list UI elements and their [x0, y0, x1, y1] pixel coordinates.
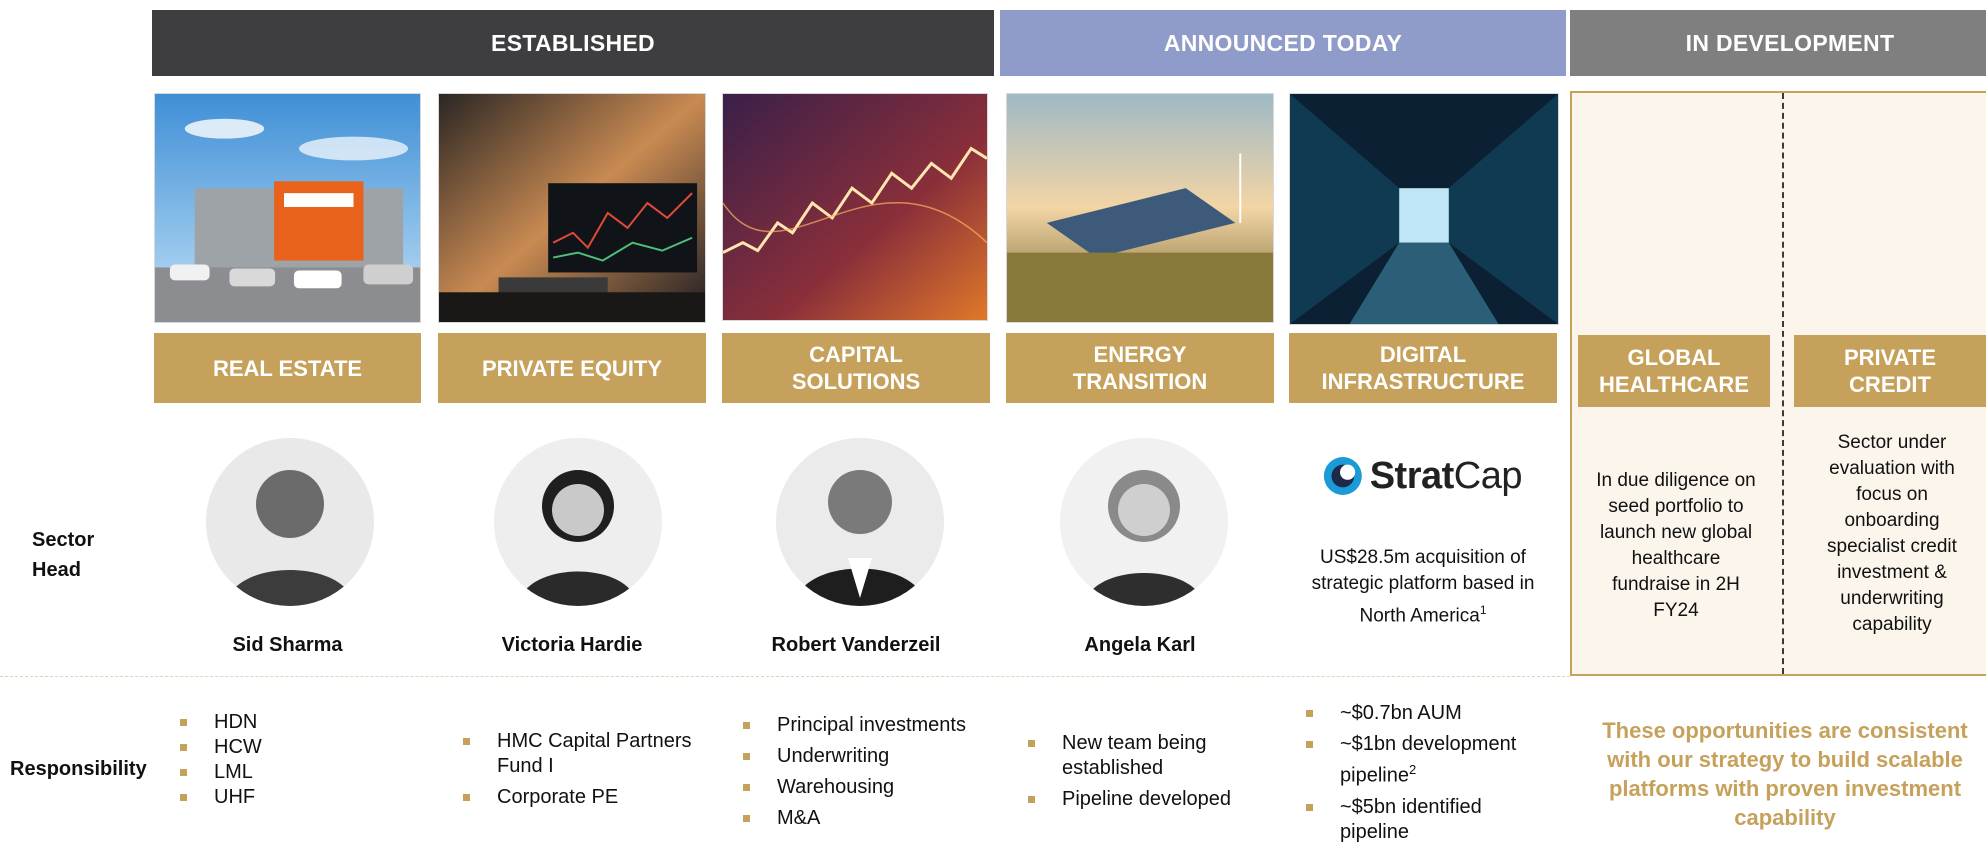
stratcap-acquisition-note: US$28.5m acquisition of strategic platfo… — [1311, 547, 1535, 627]
list-item: ~$0.7bn AUM — [1306, 701, 1566, 726]
avatar-sid-sharma — [206, 438, 374, 606]
responsibility-list-energy-transition: New team being established Pipeline deve… — [1028, 731, 1268, 812]
responsibility-list-real-estate: HDN HCW LML UHF — [180, 710, 410, 810]
real-estate-photo — [154, 93, 421, 323]
header-announced-today: ANNOUNCED TODAY — [1000, 10, 1566, 76]
energy-transition-photo — [1006, 93, 1274, 323]
header-in-development: IN DEVELOPMENT — [1570, 10, 1986, 76]
responsibility-list-private-equity: HMC Capital Partners Fund I Corporate PE — [463, 729, 703, 810]
list-item: HDN — [180, 710, 410, 735]
list-item: Underwriting — [743, 744, 993, 769]
stratcap-logo: StratCap — [1322, 450, 1523, 502]
head-name-energy-transition: Angela Karl — [1084, 634, 1196, 656]
list-item: Warehousing — [743, 775, 993, 800]
list-item: Principal investments — [743, 713, 993, 738]
list-item: Corporate PE — [463, 785, 703, 810]
capital-solutions-photo — [722, 93, 988, 321]
head-name-real-estate: Sid Sharma — [232, 634, 343, 656]
head-name-private-equity: Victoria Hardie — [501, 634, 643, 656]
sector-real-estate: REAL ESTATE — [154, 333, 421, 403]
responsibility-list-capital-solutions: Principal investments Underwriting Wareh… — [743, 713, 993, 831]
head-name-capital-solutions: Robert Vanderzeil — [771, 634, 941, 656]
row-label-responsibility: Responsibility — [10, 758, 147, 780]
avatar-angela-karl — [1060, 438, 1228, 606]
closing-statement: These opportunities are consistent with … — [1602, 718, 1968, 830]
header-established: ESTABLISHED — [152, 10, 994, 76]
row-label-sector-head: Sector Head — [32, 529, 95, 581]
global-healthcare-note: In due diligence on seed portfolio to la… — [1596, 470, 1756, 621]
sector-private-equity: PRIVATE EQUITY — [438, 333, 706, 403]
sector-private-credit: PRIVATE CREDIT — [1794, 335, 1986, 407]
sector-digital-infrastructure: DIGITAL INFRASTRUCTURE — [1289, 333, 1557, 403]
dashed-divider — [1782, 93, 1784, 674]
sector-capital-solutions: CAPITAL SOLUTIONS — [722, 333, 990, 403]
list-item: M&A — [743, 806, 993, 831]
sector-global-healthcare: GLOBAL HEALTHCARE — [1578, 335, 1770, 407]
avatar-robert-vanderzeil — [776, 438, 944, 606]
list-item: LML — [180, 760, 410, 785]
list-item: HCW — [180, 735, 410, 760]
list-item: Pipeline developed — [1028, 787, 1268, 812]
digital-infrastructure-photo — [1289, 93, 1559, 325]
list-item: New team being established — [1028, 731, 1252, 781]
sector-energy-transition: ENERGY TRANSITION — [1006, 333, 1274, 403]
stratcap-logo-icon — [1323, 457, 1362, 495]
list-item: ~$1bn development pipeline2 — [1306, 732, 1540, 789]
section-divider — [0, 676, 1570, 677]
list-item: HMC Capital Partners Fund I — [463, 729, 703, 779]
private-credit-note: Sector under evaluation with focus on on… — [1827, 432, 1957, 635]
responsibility-list-digital-infrastructure: ~$0.7bn AUM ~$1bn development pipeline2 … — [1306, 701, 1566, 845]
avatar-victoria-hardie — [494, 438, 662, 606]
private-equity-photo — [438, 93, 706, 323]
list-item: UHF — [180, 785, 410, 810]
list-item: ~$5bn identified pipeline — [1306, 795, 1540, 845]
